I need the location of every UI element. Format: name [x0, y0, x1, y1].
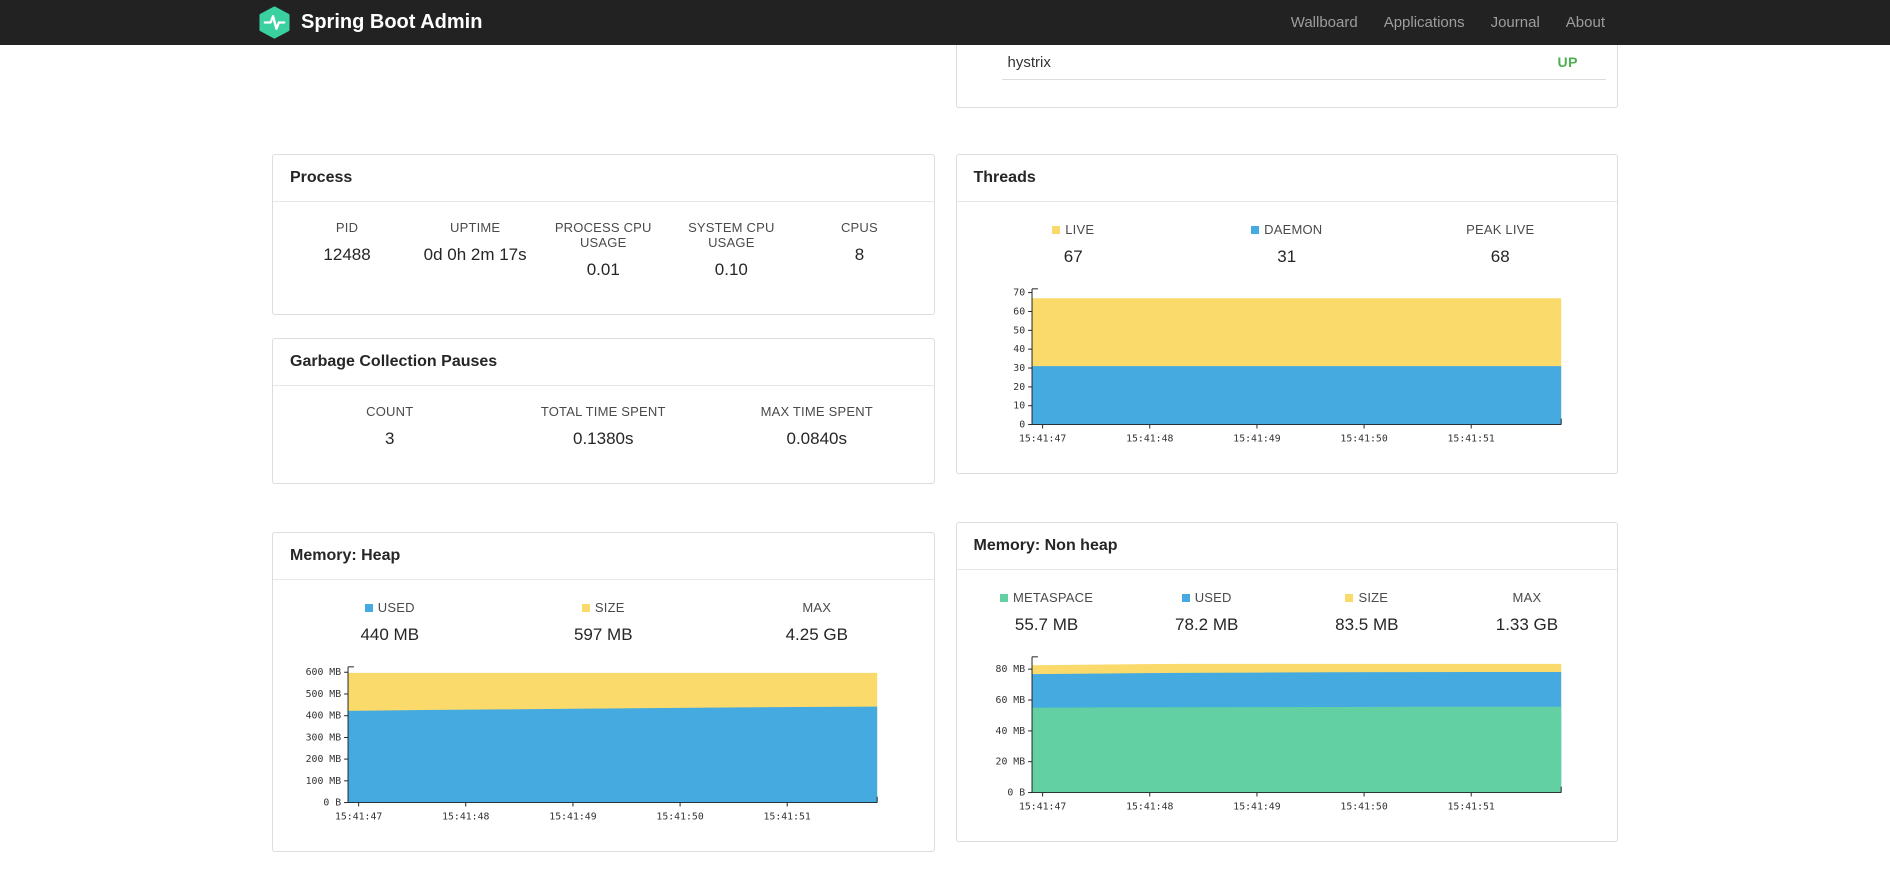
svg-text:20: 20 [1013, 382, 1025, 393]
application-status-badge: UP [1557, 54, 1578, 70]
heap-metrics: USED 440 MB SIZE 597 MB MAX 4.25 GB [273, 580, 934, 645]
svg-text:0 B: 0 B [323, 798, 341, 809]
svg-text:15:41:49: 15:41:49 [1233, 801, 1280, 812]
metric-heap-used: USED 440 MB [360, 600, 420, 644]
metric-threads-live: LIVE 67 [967, 222, 1181, 267]
nav-item-about[interactable]: About [1553, 14, 1618, 31]
svg-text:15:41:47: 15:41:47 [1018, 433, 1065, 444]
threads-chart-svg: 0 10 20 30 40 50 60 70 15:41:47 15:41:48 15:41:49 1… [1013, 288, 1562, 444]
metric-gc-total-time: TOTAL TIME SPENT 0.1380s [540, 404, 666, 448]
nonheap-size-swatch [1345, 593, 1354, 602]
svg-text:15:41:50: 15:41:50 [656, 811, 703, 822]
svg-text:15:41:51: 15:41:51 [764, 811, 811, 822]
svg-text:40: 40 [1013, 344, 1025, 355]
svg-text:70: 70 [1013, 288, 1025, 299]
svg-text:15:41:48: 15:41:48 [1126, 433, 1173, 444]
heap-size-swatch [581, 603, 590, 612]
metric-heap-size: SIZE 597 MB [573, 600, 633, 644]
svg-text:60 MB: 60 MB [995, 695, 1025, 706]
gc-card-title: Garbage Collection Pauses [273, 339, 934, 386]
navbar: Spring Boot Admin Wallboard Applications… [0, 0, 1890, 45]
threads-live-swatch [1052, 225, 1061, 234]
svg-text:600 MB: 600 MB [306, 667, 342, 678]
gc-pauses-card: Garbage Collection Pauses COUNT 3 TOTAL … [272, 338, 935, 484]
svg-text:15:41:50: 15:41:50 [1340, 801, 1387, 812]
gc-metrics: COUNT 3 TOTAL TIME SPENT 0.1380s MAX TIM… [273, 386, 934, 483]
nav-item-journal[interactable]: Journal [1478, 14, 1553, 31]
nonheap-metrics: METASPACE 55.7 MB USED 78.2 MB SIZE 83.5… [957, 570, 1618, 635]
svg-text:0 B: 0 B [1007, 788, 1025, 799]
svg-text:15:41:51: 15:41:51 [1447, 801, 1494, 812]
process-card-title: Process [273, 155, 934, 202]
threads-metrics: LIVE 67 DAEMON 31 PEAK LIVE 68 [957, 202, 1618, 267]
svg-text:15:41:47: 15:41:47 [1018, 801, 1065, 812]
metric-nonheap-used: USED 78.2 MB [1175, 590, 1239, 635]
svg-text:80 MB: 80 MB [995, 664, 1025, 675]
metric-gc-count: COUNT 3 [366, 404, 414, 448]
svg-text:60: 60 [1013, 306, 1025, 317]
application-name: hystrix [1007, 53, 1051, 71]
heap-chart: 0 B 100 MB 200 MB 300 MB 400 MB 500 MB 600 MB 1… [273, 645, 934, 851]
process-metrics: PID 12488 UPTIME 0d 0h 2m 17s PROCESS CP… [273, 202, 934, 314]
brand-link[interactable]: Spring Boot Admin [258, 6, 482, 39]
process-card: Process PID 12488 UPTIME 0d 0h 2m 17s PR… [272, 154, 935, 315]
svg-text:200 MB: 200 MB [306, 754, 342, 765]
right-column: hystrix UP Threads LIVE 67 DAEMON 31 PEA… [955, 45, 1618, 843]
heap-used-swatch [364, 603, 373, 612]
svg-text:10: 10 [1013, 401, 1025, 412]
threads-daemon-swatch [1251, 225, 1260, 234]
nonheap-card-title: Memory: Non heap [956, 523, 1617, 571]
svg-text:500 MB: 500 MB [306, 689, 342, 700]
svg-text:15:41:47: 15:41:47 [335, 811, 382, 822]
svg-text:15:41:50: 15:41:50 [1340, 433, 1387, 444]
metric-pid: PID 12488 [323, 220, 371, 264]
svg-text:300 MB: 300 MB [306, 732, 342, 743]
brand-title: Spring Boot Admin [301, 11, 483, 33]
svg-text:15:41:48: 15:41:48 [442, 811, 489, 822]
metric-threads-daemon: DAEMON 31 [1180, 222, 1394, 267]
threads-chart: 0 10 20 30 40 50 60 70 15:41:47 15:41:48 15:41:49 1… [957, 267, 1618, 473]
metric-uptime: UPTIME 0d 0h 2m 17s [423, 220, 527, 264]
threads-card-title: Threads [956, 155, 1617, 202]
nav-item-wallboard[interactable]: Wallboard [1278, 14, 1371, 31]
svg-text:50: 50 [1013, 325, 1025, 336]
application-row-hystrix[interactable]: hystrix UP [1001, 45, 1606, 80]
svg-text:20 MB: 20 MB [995, 757, 1025, 768]
metric-nonheap-size: SIZE 83.5 MB [1335, 590, 1399, 635]
threads-card: Threads LIVE 67 DAEMON 31 PEAK LIVE 68 0… [955, 154, 1618, 475]
nonheap-chart-svg: 0 B 20 MB 40 MB 60 MB 80 MB 15:41:47 15:41:48 1… [995, 656, 1562, 812]
metric-process-cpu-usage: PROCESS CPU USAGE 0.01 [554, 220, 652, 279]
metric-gc-max-time: MAX TIME SPENT 0.0840s [760, 404, 873, 448]
metric-heap-max: MAX 4.25 GB [785, 600, 848, 644]
metric-nonheap-max: MAX 1.33 GB [1495, 590, 1559, 635]
metric-nonheap-metaspace: METASPACE 55.7 MB [967, 590, 1127, 635]
metric-threads-peak-live: PEAK LIVE 68 [1466, 222, 1535, 266]
svg-text:15:41:49: 15:41:49 [1233, 433, 1280, 444]
nav-item-applications[interactable]: Applications [1371, 14, 1478, 31]
svg-text:400 MB: 400 MB [306, 711, 342, 722]
heap-card-title: Memory: Heap [273, 533, 934, 580]
svg-text:15:41:49: 15:41:49 [549, 811, 596, 822]
svg-text:30: 30 [1013, 363, 1025, 374]
svg-text:15:41:51: 15:41:51 [1447, 433, 1494, 444]
brand-logo-icon [258, 6, 291, 39]
heap-chart-svg: 0 B 100 MB 200 MB 300 MB 400 MB 500 MB 600 MB 1… [306, 666, 878, 822]
svg-text:15:41:48: 15:41:48 [1126, 801, 1173, 812]
memory-heap-card: Memory: Heap USED 440 MB SIZE 597 MB MAX… [272, 532, 935, 853]
metric-system-cpu-usage: SYSTEM CPU USAGE 0.10 [688, 220, 775, 279]
nonheap-metaspace-swatch [1000, 593, 1009, 602]
application-status-card: hystrix UP [955, 45, 1618, 108]
metric-cpus: CPUS 8 [840, 220, 878, 264]
memory-nonheap-card: Memory: Non heap METASPACE 55.7 MB USED … [955, 522, 1618, 843]
nonheap-chart: 0 B 20 MB 40 MB 60 MB 80 MB 15:41:47 15:41:48 1… [957, 635, 1618, 841]
svg-text:100 MB: 100 MB [306, 776, 342, 787]
nav-links: Wallboard Applications Journal About [1278, 14, 1618, 31]
svg-text:40 MB: 40 MB [995, 726, 1025, 737]
svg-text:0: 0 [1019, 420, 1025, 431]
navbar-inner: Spring Boot Admin Wallboard Applications… [259, 0, 1618, 45]
nonheap-used-swatch [1181, 593, 1190, 602]
main-content: Process PID 12488 UPTIME 0d 0h 2m 17s PR… [272, 45, 1618, 853]
left-column: Process PID 12488 UPTIME 0d 0h 2m 17s PR… [272, 45, 935, 853]
